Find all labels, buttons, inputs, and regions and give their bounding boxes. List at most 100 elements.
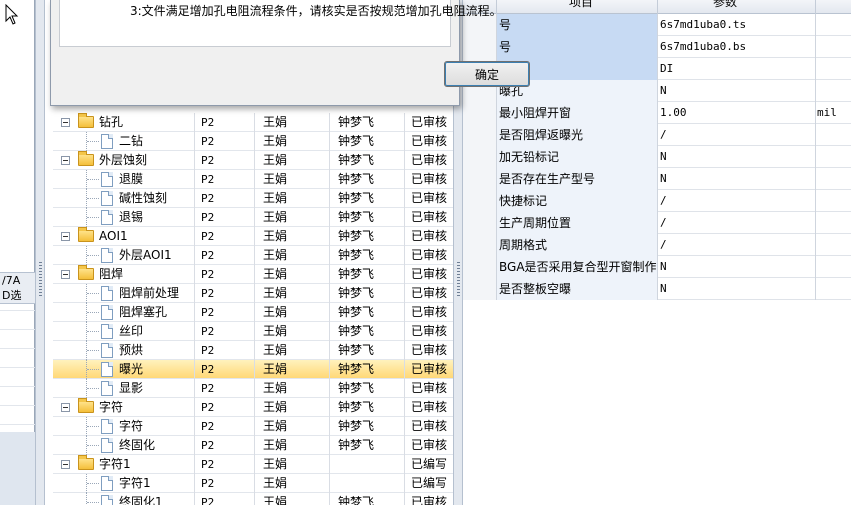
tree-row[interactable]: 丝印 P2 王娟 钟梦飞 已审核 [53, 322, 453, 341]
property-value[interactable]: 6s7md1uba0.bs [658, 36, 816, 58]
property-unit [816, 168, 851, 190]
tree-row[interactable]: 字符 P2 王娟 钟梦飞 已审核 [53, 417, 453, 436]
row-indicator[interactable] [463, 168, 497, 190]
collapse-icon[interactable] [61, 156, 70, 165]
property-value[interactable]: N [658, 278, 816, 300]
tree-line [87, 483, 99, 484]
property-row[interactable]: BGA是否采用复合型开窗制作 N [463, 256, 851, 278]
document-icon [101, 286, 113, 301]
header-name-column[interactable]: 项目 [497, 0, 658, 14]
collapse-icon[interactable] [61, 403, 70, 412]
property-row[interactable]: 是否阻焊返曝光 / [463, 124, 851, 146]
tree-cell-maker: 王娟 [255, 341, 330, 360]
property-value[interactable]: / [658, 190, 816, 212]
tree-row[interactable]: 退锡 P2 王娟 钟梦飞 已审核 [53, 208, 453, 227]
document-icon [101, 324, 113, 339]
property-row[interactable]: 周期格式 / [463, 234, 851, 256]
row-indicator[interactable] [463, 234, 497, 256]
tree-row[interactable]: 曝光 P2 王娟 钟梦飞 已审核 [53, 360, 453, 379]
tree-item-label: 阻焊塞孔 [119, 305, 168, 319]
collapse-icon[interactable] [61, 118, 70, 127]
property-value[interactable]: DI [658, 58, 816, 80]
property-name: 周期格式 [497, 234, 658, 256]
property-row[interactable]: 加无铅标记 N [463, 146, 851, 168]
tree-line [86, 493, 87, 505]
collapse-icon[interactable] [61, 460, 70, 469]
tree-cell-phase: P2 [195, 455, 255, 474]
property-value[interactable]: N [658, 80, 816, 102]
tree-line [87, 312, 99, 313]
mouse-cursor-icon [5, 4, 19, 25]
row-indicator[interactable] [463, 278, 497, 300]
tree-cell-maker: 王娟 [255, 265, 330, 284]
splitter-grip-icon [457, 262, 460, 298]
row-indicator[interactable] [463, 256, 497, 278]
tree-row[interactable]: 阻焊前处理 P2 王娟 钟梦飞 已审核 [53, 284, 453, 303]
folder-icon [78, 113, 94, 128]
tree-item-label: 外层蚀刻 [99, 153, 148, 167]
left-tab-line1: /7A [2, 274, 21, 287]
tree-cell-status: 已审核 [411, 115, 448, 129]
tree-row[interactable]: 阻焊 P2 王娟 钟梦飞 已审核 [53, 265, 453, 284]
property-value[interactable]: / [658, 234, 816, 256]
row-indicator[interactable] [463, 36, 497, 58]
left-grid [0, 310, 35, 430]
row-indicator[interactable] [463, 190, 497, 212]
property-value[interactable]: 6s7md1uba0.ts [658, 14, 816, 36]
row-indicator[interactable] [463, 102, 497, 124]
ok-button[interactable]: 确定 [444, 61, 530, 87]
tree-cell-reviewer: 钟梦飞 [330, 303, 405, 322]
tree-line [87, 502, 99, 503]
collapse-icon[interactable] [61, 270, 70, 279]
property-row[interactable]: 是否整板空曝 N [463, 278, 851, 300]
property-row[interactable]: 号 6s7md1uba0.bs [463, 36, 851, 58]
property-value[interactable]: / [658, 212, 816, 234]
property-row[interactable]: 号 6s7md1uba0.ts [463, 14, 851, 36]
tree-row[interactable]: 显影 P2 王娟 钟梦飞 已审核 [53, 379, 453, 398]
property-value[interactable]: N [658, 256, 816, 278]
property-row[interactable]: 快捷标记 / [463, 190, 851, 212]
tree-row[interactable]: 字符1 P2 王娟 已编写 [53, 474, 453, 493]
tree-cell-phase: P2 [195, 360, 255, 379]
property-name: 是否阻焊返曝光 [497, 124, 658, 146]
row-indicator[interactable] [463, 212, 497, 234]
tree-row[interactable]: 外层AOI1 P2 王娟 钟梦飞 已审核 [53, 246, 453, 265]
property-value[interactable]: N [658, 146, 816, 168]
tree-row[interactable]: 终固化 P2 王娟 钟梦飞 已审核 [53, 436, 453, 455]
tree-cell-phase: P2 [195, 113, 255, 132]
tree-cell-maker: 王娟 [255, 493, 330, 505]
row-indicator[interactable] [463, 146, 497, 168]
tree-row[interactable]: 字符1 P2 王娟 已编写 [53, 455, 453, 474]
tree-row[interactable]: 外层蚀刻 P2 王娟 钟梦飞 已审核 [53, 151, 453, 170]
property-name: 生产周期位置 [497, 212, 658, 234]
left-splitter[interactable] [35, 0, 45, 505]
tree-line [87, 217, 99, 218]
tree-cell-reviewer: 钟梦飞 [330, 113, 405, 132]
tree-row[interactable]: 钻孔 P2 王娟 钟梦飞 已审核 [53, 113, 453, 132]
tree-row[interactable]: 字符 P2 王娟 钟梦飞 已审核 [53, 398, 453, 417]
property-value[interactable]: N [658, 168, 816, 190]
property-value[interactable]: / [658, 124, 816, 146]
tree-row[interactable]: 碱性蚀刻 P2 王娟 钟梦飞 已审核 [53, 189, 453, 208]
tree-row[interactable]: 二钻 P2 王娟 钟梦飞 已审核 [53, 132, 453, 151]
tree-row[interactable]: 退膜 P2 王娟 钟梦飞 已审核 [53, 170, 453, 189]
header-value-column[interactable]: 参数 [658, 0, 816, 14]
row-indicator[interactable] [463, 124, 497, 146]
tree-row[interactable]: 终固化1 P2 王娟 钟梦飞 已审核 [53, 493, 453, 505]
property-row[interactable]: 最小阻焊开窗 1.00 mil [463, 102, 851, 124]
tree-row[interactable]: 预烘 P2 王娟 钟梦飞 已审核 [53, 341, 453, 360]
tree-cell-phase: P2 [195, 398, 255, 417]
header-unit-column [816, 0, 851, 14]
tree-row[interactable]: 阻焊塞孔 P2 王娟 钟梦飞 已审核 [53, 303, 453, 322]
left-tab[interactable]: /7A D选 [0, 272, 35, 304]
property-unit [816, 146, 851, 168]
tree-cell-maker: 王娟 [255, 113, 330, 132]
collapse-icon[interactable] [61, 232, 70, 241]
tree-cell-name: 外层蚀刻 [53, 151, 195, 170]
property-value[interactable]: 1.00 [658, 102, 816, 124]
tree-row[interactable]: AOI1 P2 王娟 钟梦飞 已审核 [53, 227, 453, 246]
property-row[interactable]: 是否存在生产型号 N [463, 168, 851, 190]
application-window: /7A D选 钻孔 P2 王娟 钟梦飞 已审核 二钻 P2 王娟 钟梦飞 已审核 外层蚀刻 P2 王娟钟… [0, 0, 851, 505]
property-row[interactable]: 生产周期位置 / [463, 212, 851, 234]
tree-line [87, 369, 99, 370]
